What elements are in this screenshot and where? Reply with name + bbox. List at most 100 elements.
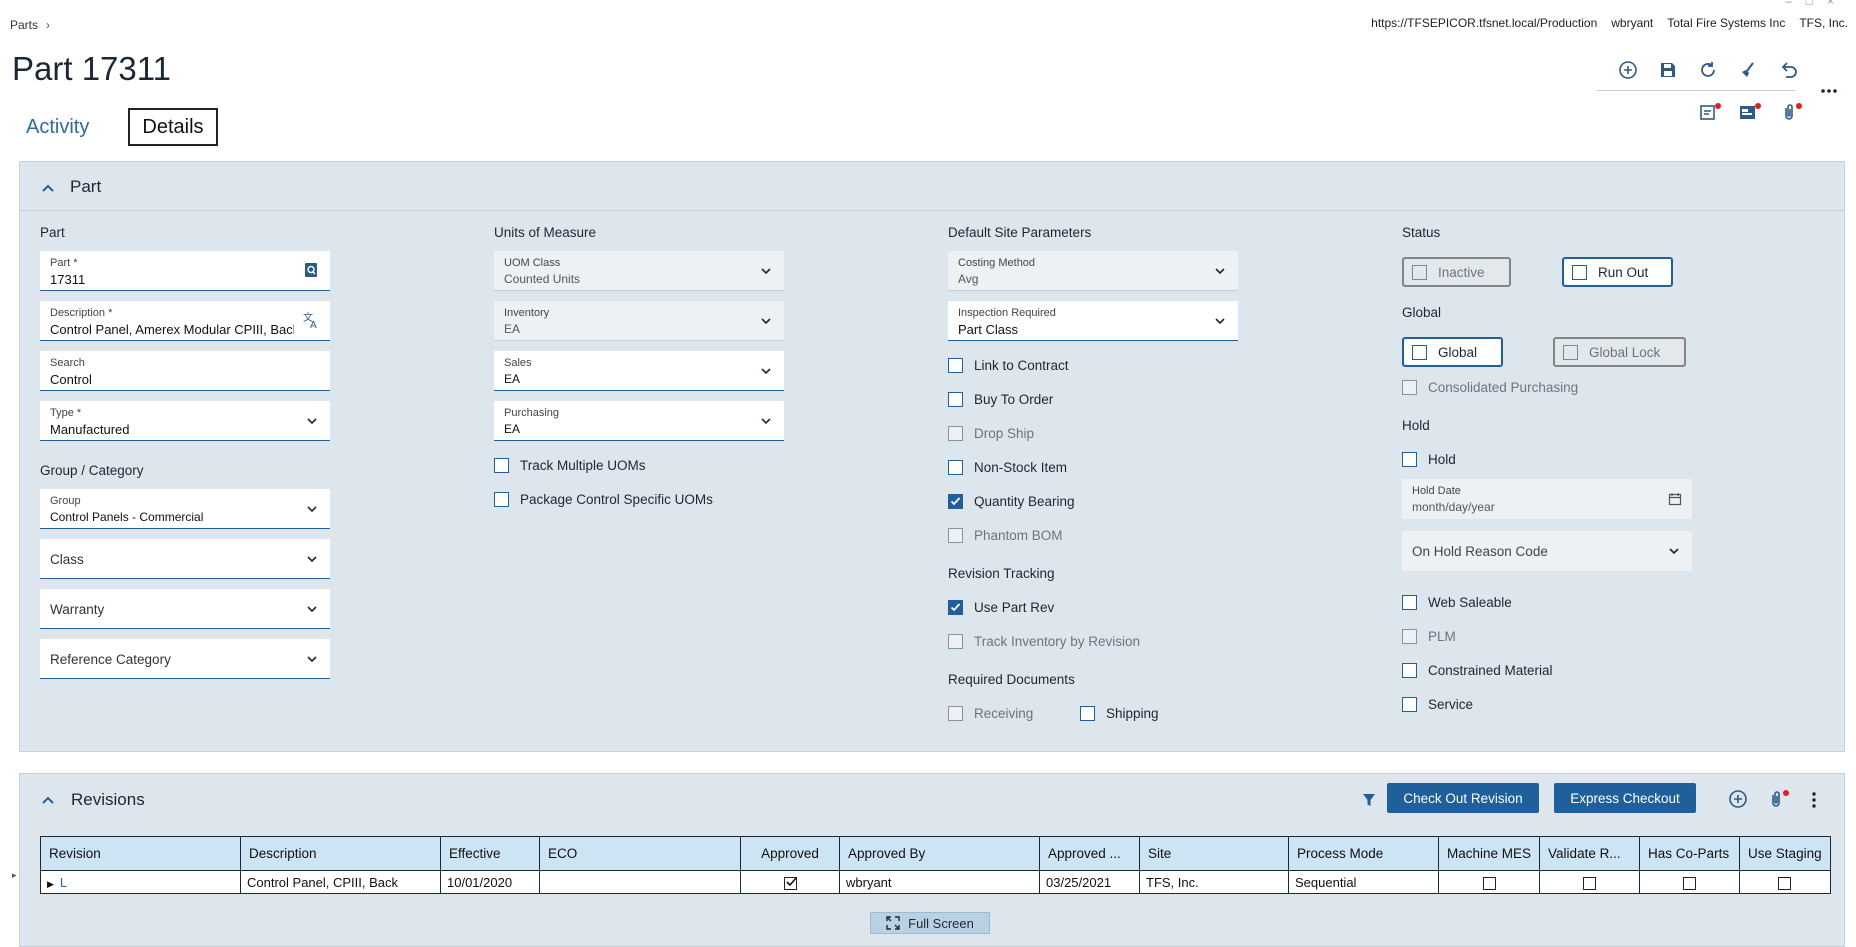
buy-to-order-checkbox[interactable]: Buy To Order xyxy=(948,392,1053,407)
collapse-chevron-icon[interactable] xyxy=(41,181,55,195)
costing-method-dropdown[interactable]: Costing Method Avg xyxy=(948,251,1238,291)
cell-has-co-parts[interactable] xyxy=(1639,870,1741,894)
hold-date-field[interactable]: Hold Date month/day/year xyxy=(1402,479,1692,519)
global-lock-toggle[interactable]: Global Lock xyxy=(1553,337,1686,367)
inspection-required-dropdown[interactable]: Inspection Required Part Class xyxy=(948,301,1238,341)
part-search-icon[interactable] xyxy=(302,261,320,279)
on-hold-reason-dropdown[interactable]: On Hold Reason Code xyxy=(1402,531,1692,571)
site-name[interactable]: TFS, Inc. xyxy=(1799,16,1848,30)
more-icon[interactable] xyxy=(1818,80,1840,102)
translate-icon[interactable]: 文A xyxy=(302,311,320,329)
hold-checkbox[interactable]: Hold xyxy=(1402,452,1456,467)
cell-revision[interactable]: ▶ L xyxy=(40,870,241,894)
clear-icon[interactable] xyxy=(1737,59,1759,81)
attachment-icon[interactable] xyxy=(1778,101,1802,123)
part-number-field[interactable]: Part * 17311 xyxy=(40,251,330,291)
quantity-bearing-checkbox[interactable]: Quantity Bearing xyxy=(948,494,1075,509)
cell-validate[interactable] xyxy=(1539,870,1641,894)
plm-checkbox[interactable]: PLM xyxy=(1402,629,1456,644)
cell-effective[interactable]: 10/01/2020 xyxy=(440,870,540,894)
tab-activity[interactable]: Activity xyxy=(26,116,89,139)
col-header-has-co-parts[interactable]: Has Co-Parts xyxy=(1639,836,1741,871)
cell-approved[interactable] xyxy=(740,870,840,894)
undo-icon[interactable] xyxy=(1778,59,1800,81)
type-dropdown[interactable]: Type * Manufactured xyxy=(40,401,330,441)
col-header-approved-date[interactable]: Approved ... xyxy=(1039,836,1140,871)
col-header-description[interactable]: Description xyxy=(240,836,441,871)
revision-more-icon[interactable] xyxy=(1803,789,1825,811)
constrained-material-checkbox[interactable]: Constrained Material xyxy=(1402,663,1553,678)
revision-attachment-icon[interactable] xyxy=(1765,788,1789,810)
web-saleable-checkbox[interactable]: Web Saleable xyxy=(1402,595,1512,610)
add-new-icon[interactable] xyxy=(1617,59,1639,81)
window-controls[interactable]: –□× xyxy=(1785,0,1848,8)
sales-uom-dropdown[interactable]: Sales EA xyxy=(494,351,784,391)
breadcrumb-parts[interactable]: Parts xyxy=(10,18,38,32)
drop-ship-checkbox[interactable]: Drop Ship xyxy=(948,426,1034,441)
cell-approved-by[interactable]: wbryant xyxy=(839,870,1040,894)
col-header-approved[interactable]: Approved xyxy=(740,836,840,871)
cell-site[interactable]: TFS, Inc. xyxy=(1139,870,1289,894)
full-screen-button[interactable]: Full Screen xyxy=(870,912,990,934)
description-field[interactable]: Description * Control Panel, Amerex Modu… xyxy=(40,301,330,341)
col-header-eco[interactable]: ECO xyxy=(539,836,741,871)
track-inventory-by-revision-checkbox[interactable]: Track Inventory by Revision xyxy=(948,634,1140,649)
phantom-bom-checkbox[interactable]: Phantom BOM xyxy=(948,528,1063,543)
consolidated-purchasing-checkbox[interactable]: Consolidated Purchasing xyxy=(1402,380,1578,395)
warranty-dropdown[interactable]: Warranty xyxy=(40,589,330,629)
col-header-process-mode[interactable]: Process Mode xyxy=(1288,836,1439,871)
add-revision-icon[interactable] xyxy=(1727,788,1749,810)
track-multiple-uoms-checkbox[interactable]: Track Multiple UOMs xyxy=(494,458,646,473)
table-row[interactable]: ▶ L Control Panel, CPIII, Back 10/01/2020… xyxy=(40,870,1831,894)
filter-icon[interactable] xyxy=(1362,792,1376,808)
cell-approved-date[interactable]: 03/25/2021 xyxy=(1039,870,1140,894)
run-out-toggle[interactable]: Run Out xyxy=(1562,257,1673,287)
express-checkout-button[interactable]: Express Checkout xyxy=(1554,783,1696,813)
cell-eco[interactable] xyxy=(539,870,741,894)
purchasing-uom-dropdown[interactable]: Purchasing EA xyxy=(494,401,784,441)
use-part-rev-checkbox[interactable]: Use Part Rev xyxy=(948,600,1054,615)
package-control-uoms-checkbox[interactable]: Package Control Specific UOMs xyxy=(494,492,713,507)
chevron-down-icon xyxy=(761,318,771,325)
inventory-uom-dropdown[interactable]: Inventory EA xyxy=(494,301,784,341)
collapse-chevron-icon[interactable] xyxy=(41,793,55,807)
non-stock-item-checkbox[interactable]: Non-Stock Item xyxy=(948,460,1067,475)
approved-checkbox[interactable] xyxy=(783,876,797,890)
uom-class-dropdown[interactable]: UOM Class Counted Units xyxy=(494,251,784,291)
has-co-parts-checkbox[interactable] xyxy=(1683,876,1697,890)
notes-icon[interactable] xyxy=(1697,101,1721,123)
col-header-machine-mes[interactable]: Machine MES xyxy=(1437,836,1541,871)
reference-category-dropdown[interactable]: Reference Category xyxy=(40,639,330,679)
col-header-approved-by[interactable]: Approved By xyxy=(839,836,1040,871)
cell-use-staging[interactable] xyxy=(1739,870,1831,894)
col-header-effective[interactable]: Effective xyxy=(440,836,540,871)
col-header-site[interactable]: Site xyxy=(1139,836,1289,871)
refresh-icon[interactable] xyxy=(1697,59,1719,81)
col-header-use-staging[interactable]: Use Staging xyxy=(1739,836,1831,871)
col-header-validate[interactable]: Validate R... xyxy=(1539,836,1641,871)
use-staging-checkbox[interactable] xyxy=(1778,876,1792,890)
search-field[interactable]: Search Control xyxy=(40,351,330,391)
inactive-toggle[interactable]: Inactive xyxy=(1402,257,1511,287)
receiving-checkbox[interactable]: Receiving xyxy=(948,706,1033,721)
validate-checkbox[interactable] xyxy=(1583,876,1597,890)
link-to-contract-checkbox[interactable]: Link to Contract xyxy=(948,358,1069,373)
shipping-checkbox[interactable]: Shipping xyxy=(1080,706,1159,721)
service-checkbox[interactable]: Service xyxy=(1402,697,1473,712)
cell-process-mode[interactable]: Sequential xyxy=(1288,870,1439,894)
global-toggle[interactable]: Global xyxy=(1402,337,1503,367)
cell-machine-mes[interactable] xyxy=(1437,870,1541,894)
user-name[interactable]: wbryant xyxy=(1611,16,1653,30)
col-header-revision[interactable]: Revision xyxy=(40,836,241,871)
company-name[interactable]: Total Fire Systems Inc xyxy=(1667,16,1785,30)
calendar-icon[interactable] xyxy=(1668,492,1682,506)
group-dropdown[interactable]: Group Control Panels - Commercial xyxy=(40,489,330,529)
card-icon[interactable] xyxy=(1737,101,1761,123)
class-dropdown[interactable]: Class xyxy=(40,539,330,579)
cell-description[interactable]: Control Panel, CPIII, Back xyxy=(240,870,441,894)
check-out-revision-button[interactable]: Check Out Revision xyxy=(1387,783,1539,813)
tab-details[interactable]: Details xyxy=(128,108,218,146)
part-panel-header[interactable] xyxy=(19,161,1845,211)
save-icon[interactable] xyxy=(1657,59,1679,81)
machine-mes-checkbox[interactable] xyxy=(1482,876,1496,890)
